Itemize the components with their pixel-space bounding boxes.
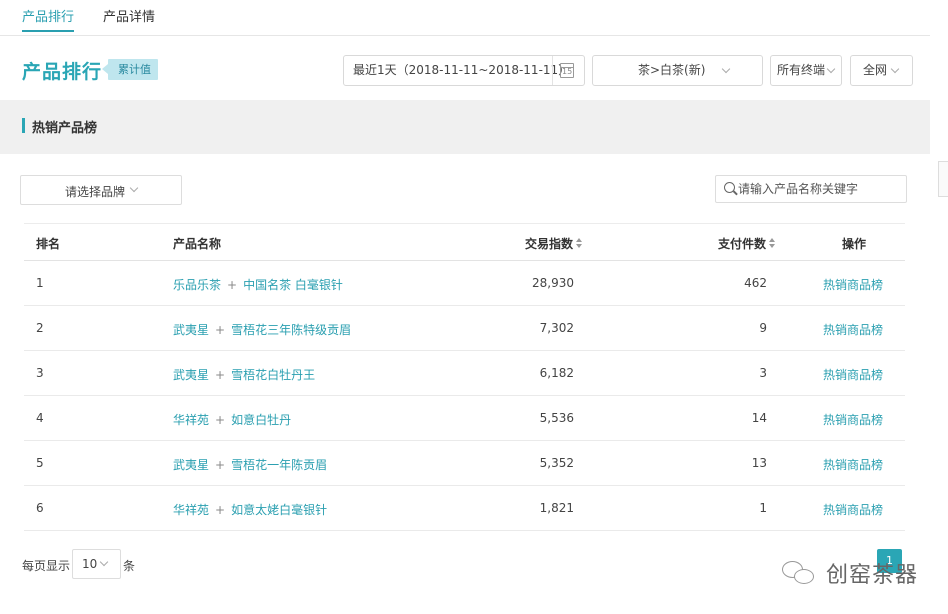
hot-items-link[interactable]: 热销商品榜 (823, 366, 883, 383)
rank-cell: 6 (36, 501, 44, 515)
wechat-icon (782, 559, 818, 587)
ranking-table: 排名 产品名称 交易指数 支付件数 操作 1 乐品乐茶 + 中国名茶 白毫银针 28… (24, 223, 905, 531)
hot-items-link[interactable]: 热销商品榜 (823, 411, 883, 428)
paid-items-cell: 462 (744, 276, 767, 290)
table-row: 1 乐品乐茶 + 中国名茶 白毫银针 28,930 462 热销商品榜 (24, 261, 905, 306)
column-paid-items[interactable]: 支付件数 (718, 235, 776, 252)
chevron-down-icon (129, 183, 139, 193)
per-page-unit: 条 (123, 559, 136, 573)
column-trade-index-label: 交易指数 (525, 237, 574, 251)
column-rank: 排名 (36, 237, 61, 251)
chevron-down-icon (826, 64, 836, 74)
date-range-value: 最近1天（2018-11-11~2018-11-11） (353, 63, 571, 77)
chevron-down-icon (890, 64, 900, 74)
product-name-link[interactable]: 乐品乐茶 + 中国名茶 白毫银针 (173, 276, 343, 293)
column-product-name: 产品名称 (173, 237, 222, 251)
product-search-input[interactable] (738, 179, 903, 199)
top-tab-bar: 产品排行 产品详情 (0, 0, 930, 36)
brand-select[interactable]: 请选择品牌 (20, 175, 182, 205)
chevron-down-icon (99, 557, 109, 567)
hot-items-link[interactable]: 热销商品榜 (823, 321, 883, 338)
date-range-picker[interactable]: 最近1天（2018-11-11~2018-11-11） (343, 55, 585, 86)
table-row: 5 武夷星 + 雪梧花一年陈贡眉 5,352 13 热销商品榜 (24, 441, 905, 486)
section-title: 热销产品榜 (32, 121, 98, 136)
brand-select-placeholder: 请选择品牌 (65, 185, 126, 199)
product-name-link[interactable]: 武夷星 + 雪梧花一年陈贡眉 (173, 456, 327, 473)
product-name: 雪梧花白牡丹王 (231, 368, 316, 382)
channel-select[interactable]: 全网 (850, 55, 913, 86)
tab-product-ranking[interactable]: 产品排行 (22, 6, 75, 32)
table-row: 4 华祥苑 + 如意白牡丹 5,536 14 热销商品榜 (24, 396, 905, 441)
product-name: 中国名茶 白毫银针 (243, 278, 343, 292)
hot-items-link[interactable]: 热销商品榜 (823, 276, 883, 293)
side-edge-tab[interactable] (938, 161, 948, 197)
category-value: 茶>白茶(新) (638, 63, 706, 77)
product-name-link[interactable]: 武夷星 + 雪梧花三年陈特级贡眉 (173, 321, 351, 338)
rank-cell: 2 (36, 321, 44, 335)
rank-cell: 5 (36, 456, 44, 470)
column-paid-items-label: 支付件数 (718, 237, 767, 251)
rank-cell: 1 (36, 276, 44, 290)
trade-index-cell: 6,182 (539, 366, 574, 380)
terminal-select[interactable]: 所有终端 (770, 55, 842, 86)
brand-name: 武夷星 (173, 458, 210, 472)
per-page-value: 10 (82, 557, 98, 571)
product-name: 如意太姥白毫银针 (231, 503, 328, 517)
brand-name: 武夷星 (173, 323, 210, 337)
wechat-watermark: 创窑茶器 (782, 558, 918, 588)
hot-items-link[interactable]: 热销商品榜 (823, 456, 883, 473)
rank-cell: 3 (36, 366, 44, 380)
search-icon[interactable] (724, 182, 735, 193)
tab-product-details[interactable]: 产品详情 (103, 6, 155, 25)
terminal-value: 所有终端 (777, 63, 826, 77)
paid-items-cell: 13 (751, 456, 767, 470)
brand-name: 乐品乐茶 (173, 278, 222, 292)
paid-items-cell: 9 (759, 321, 767, 335)
watermark-text: 创窑茶器 (826, 563, 919, 588)
table-row: 6 华祥苑 + 如意太姥白毫银针 1,821 1 热销商品榜 (24, 486, 905, 531)
paid-items-cell: 1 (759, 501, 767, 515)
paid-items-cell: 14 (751, 411, 767, 425)
table-row: 3 武夷星 + 雪梧花白牡丹王 6,182 3 热销商品榜 (24, 351, 905, 396)
brand-name: 华祥苑 (173, 503, 210, 517)
product-search-box (715, 175, 907, 203)
trade-index-cell: 5,536 (539, 411, 574, 425)
sort-icon[interactable] (576, 238, 583, 249)
trade-index-cell: 28,930 (532, 276, 574, 290)
section-accent-bar (22, 118, 25, 133)
date-picker-divider (552, 56, 553, 85)
product-name-link[interactable]: 武夷星 + 雪梧花白牡丹王 (173, 366, 315, 383)
per-page-select[interactable]: 10 (72, 549, 121, 579)
table-row: 2 武夷星 + 雪梧花三年陈特级贡眉 7,302 9 热销商品榜 (24, 306, 905, 351)
rank-cell: 4 (36, 411, 44, 425)
category-select[interactable]: 茶>白茶(新) (592, 55, 763, 86)
product-name: 雪梧花一年陈贡眉 (231, 458, 328, 472)
column-trade-index[interactable]: 交易指数 (525, 235, 583, 252)
brand-name: 华祥苑 (173, 413, 210, 427)
trade-index-cell: 7,302 (539, 321, 574, 335)
cumulative-badge: 累计值 (102, 59, 158, 80)
hot-items-link[interactable]: 热销商品榜 (823, 501, 883, 518)
paid-items-cell: 3 (759, 366, 767, 380)
table-header: 排名 产品名称 交易指数 支付件数 操作 (24, 223, 905, 261)
column-action: 操作 (842, 237, 867, 251)
section-header: 热销产品榜 (0, 100, 930, 154)
product-name-link[interactable]: 华祥苑 + 如意太姥白毫银针 (173, 501, 327, 518)
trade-index-cell: 5,352 (539, 456, 574, 470)
calendar-icon[interactable] (560, 63, 574, 78)
sort-icon[interactable] (769, 238, 776, 249)
channel-value: 全网 (863, 63, 888, 77)
chevron-down-icon (721, 64, 731, 74)
per-page-label: 每页显示 (22, 559, 71, 573)
page-title: 产品排行 (22, 61, 103, 83)
brand-name: 武夷星 (173, 368, 210, 382)
product-name-link[interactable]: 华祥苑 + 如意白牡丹 (173, 411, 291, 428)
product-name: 雪梧花三年陈特级贡眉 (231, 323, 352, 337)
trade-index-cell: 1,821 (539, 501, 574, 515)
product-name: 如意白牡丹 (231, 413, 292, 427)
